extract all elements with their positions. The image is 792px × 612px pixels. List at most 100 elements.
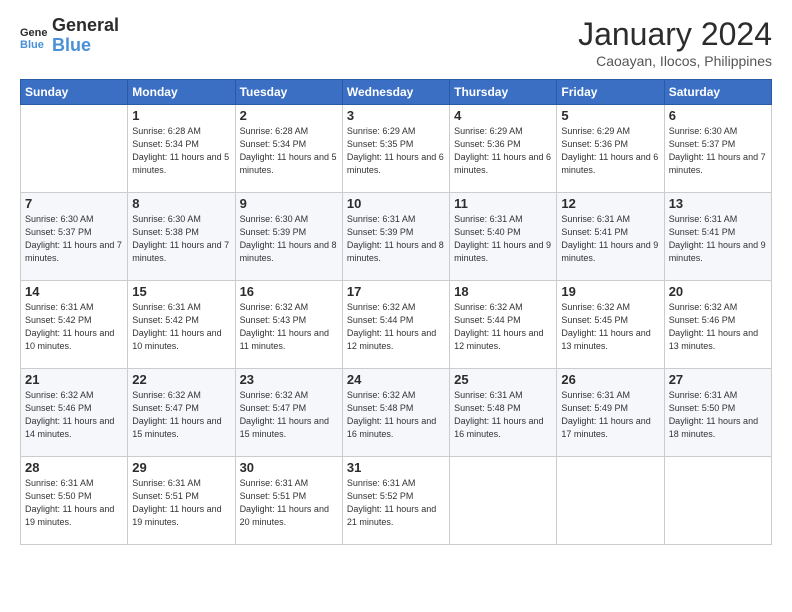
- day-detail: Sunrise: 6:31 AMSunset: 5:39 PMDaylight:…: [347, 213, 445, 265]
- calendar-cell: 21 Sunrise: 6:32 AMSunset: 5:46 PMDayligh…: [21, 369, 128, 457]
- day-detail: Sunrise: 6:32 AMSunset: 5:44 PMDaylight:…: [347, 301, 445, 353]
- weekday-wednesday: Wednesday: [342, 80, 449, 105]
- weekday-header-row: SundayMondayTuesdayWednesdayThursdayFrid…: [21, 80, 772, 105]
- calendar-cell: 19 Sunrise: 6:32 AMSunset: 5:45 PMDayligh…: [557, 281, 664, 369]
- day-detail: Sunrise: 6:31 AMSunset: 5:49 PMDaylight:…: [561, 389, 659, 441]
- day-detail: Sunrise: 6:32 AMSunset: 5:43 PMDaylight:…: [240, 301, 338, 353]
- calendar-cell: 9Sunrise: 6:30 AMSunset: 5:39 PMDaylight…: [235, 193, 342, 281]
- day-number: 13: [669, 196, 767, 211]
- day-detail: Sunrise: 6:29 AMSunset: 5:35 PMDaylight:…: [347, 125, 445, 177]
- calendar-cell: 10 Sunrise: 6:31 AMSunset: 5:39 PMDayligh…: [342, 193, 449, 281]
- day-detail: Sunrise: 6:32 AMSunset: 5:47 PMDaylight:…: [240, 389, 338, 441]
- calendar-cell: [557, 457, 664, 545]
- calendar-cell: 1 Sunrise: 6:28 AMSunset: 5:34 PMDaylight…: [128, 105, 235, 193]
- weekday-sunday: Sunday: [21, 80, 128, 105]
- day-number: 19: [561, 284, 659, 299]
- week-row-3: 14 Sunrise: 6:31 AMSunset: 5:42 PMDayligh…: [21, 281, 772, 369]
- calendar-cell: 3 Sunrise: 6:29 AMSunset: 5:35 PMDaylight…: [342, 105, 449, 193]
- weekday-saturday: Saturday: [664, 80, 771, 105]
- day-detail: Sunrise: 6:31 AMSunset: 5:50 PMDaylight:…: [669, 389, 767, 441]
- day-detail: Sunrise: 6:28 AMSunset: 5:34 PMDaylight:…: [240, 125, 338, 177]
- calendar-cell: 7Sunrise: 6:30 AMSunset: 5:37 PMDaylight…: [21, 193, 128, 281]
- day-detail: Sunrise: 6:28 AMSunset: 5:34 PMDaylight:…: [132, 125, 230, 177]
- calendar-cell: [664, 457, 771, 545]
- page: General Blue General Blue January 2024 C…: [0, 0, 792, 612]
- calendar-cell: [21, 105, 128, 193]
- svg-text:General: General: [20, 27, 48, 39]
- day-number: 1: [132, 108, 230, 123]
- day-number: 14: [25, 284, 123, 299]
- day-number: 23: [240, 372, 338, 387]
- day-detail: Sunrise: 6:31 AMSunset: 5:52 PMDaylight:…: [347, 477, 445, 529]
- logo-general: General: [52, 16, 119, 36]
- day-detail: Sunrise: 6:31 AMSunset: 5:51 PMDaylight:…: [132, 477, 230, 529]
- day-detail: Sunrise: 6:30 AMSunset: 5:39 PMDaylight:…: [240, 213, 338, 265]
- day-number: 25: [454, 372, 552, 387]
- logo-icon: General Blue: [20, 22, 48, 50]
- calendar-cell: 13 Sunrise: 6:31 AMSunset: 5:41 PMDayligh…: [664, 193, 771, 281]
- week-row-4: 21 Sunrise: 6:32 AMSunset: 5:46 PMDayligh…: [21, 369, 772, 457]
- day-number: 4: [454, 108, 552, 123]
- day-number: 12: [561, 196, 659, 211]
- day-detail: Sunrise: 6:31 AMSunset: 5:51 PMDaylight:…: [240, 477, 338, 529]
- day-number: 22: [132, 372, 230, 387]
- day-number: 24: [347, 372, 445, 387]
- calendar-cell: 24 Sunrise: 6:32 AMSunset: 5:48 PMDayligh…: [342, 369, 449, 457]
- weekday-thursday: Thursday: [450, 80, 557, 105]
- day-number: 21: [25, 372, 123, 387]
- day-number: 20: [669, 284, 767, 299]
- day-number: 27: [669, 372, 767, 387]
- day-number: 17: [347, 284, 445, 299]
- day-detail: Sunrise: 6:31 AMSunset: 5:50 PMDaylight:…: [25, 477, 123, 529]
- calendar-cell: 2Sunrise: 6:28 AMSunset: 5:34 PMDaylight…: [235, 105, 342, 193]
- calendar-cell: 18Sunrise: 6:32 AMSunset: 5:44 PMDayligh…: [450, 281, 557, 369]
- week-row-2: 7Sunrise: 6:30 AMSunset: 5:37 PMDaylight…: [21, 193, 772, 281]
- calendar-cell: 8Sunrise: 6:30 AMSunset: 5:38 PMDaylight…: [128, 193, 235, 281]
- day-detail: Sunrise: 6:31 AMSunset: 5:41 PMDaylight:…: [561, 213, 659, 265]
- day-detail: Sunrise: 6:30 AMSunset: 5:38 PMDaylight:…: [132, 213, 230, 265]
- week-row-1: 1 Sunrise: 6:28 AMSunset: 5:34 PMDaylight…: [21, 105, 772, 193]
- calendar-cell: 16Sunrise: 6:32 AMSunset: 5:43 PMDayligh…: [235, 281, 342, 369]
- day-detail: Sunrise: 6:31 AMSunset: 5:40 PMDaylight:…: [454, 213, 552, 265]
- day-number: 3: [347, 108, 445, 123]
- title-block: January 2024 Caoayan, Ilocos, Philippine…: [578, 16, 772, 69]
- day-detail: Sunrise: 6:32 AMSunset: 5:46 PMDaylight:…: [25, 389, 123, 441]
- day-number: 10: [347, 196, 445, 211]
- day-detail: Sunrise: 6:30 AMSunset: 5:37 PMDaylight:…: [669, 125, 767, 177]
- day-detail: Sunrise: 6:32 AMSunset: 5:45 PMDaylight:…: [561, 301, 659, 353]
- day-number: 30: [240, 460, 338, 475]
- day-detail: Sunrise: 6:31 AMSunset: 5:41 PMDaylight:…: [669, 213, 767, 265]
- calendar: SundayMondayTuesdayWednesdayThursdayFrid…: [20, 79, 772, 545]
- day-detail: Sunrise: 6:29 AMSunset: 5:36 PMDaylight:…: [454, 125, 552, 177]
- logo-blue: Blue: [52, 36, 119, 56]
- svg-text:Blue: Blue: [20, 39, 44, 50]
- weekday-monday: Monday: [128, 80, 235, 105]
- calendar-cell: 6 Sunrise: 6:30 AMSunset: 5:37 PMDaylight…: [664, 105, 771, 193]
- calendar-cell: 26 Sunrise: 6:31 AMSunset: 5:49 PMDayligh…: [557, 369, 664, 457]
- calendar-cell: 28 Sunrise: 6:31 AMSunset: 5:50 PMDayligh…: [21, 457, 128, 545]
- day-number: 18: [454, 284, 552, 299]
- calendar-cell: 29 Sunrise: 6:31 AMSunset: 5:51 PMDayligh…: [128, 457, 235, 545]
- day-number: 5: [561, 108, 659, 123]
- calendar-cell: 12 Sunrise: 6:31 AMSunset: 5:41 PMDayligh…: [557, 193, 664, 281]
- day-number: 29: [132, 460, 230, 475]
- day-number: 31: [347, 460, 445, 475]
- day-number: 6: [669, 108, 767, 123]
- calendar-cell: 31 Sunrise: 6:31 AMSunset: 5:52 PMDayligh…: [342, 457, 449, 545]
- day-detail: Sunrise: 6:31 AMSunset: 5:42 PMDaylight:…: [25, 301, 123, 353]
- calendar-cell: 4 Sunrise: 6:29 AMSunset: 5:36 PMDaylight…: [450, 105, 557, 193]
- month-title: January 2024: [578, 16, 772, 53]
- calendar-cell: 14 Sunrise: 6:31 AMSunset: 5:42 PMDayligh…: [21, 281, 128, 369]
- day-detail: Sunrise: 6:32 AMSunset: 5:48 PMDaylight:…: [347, 389, 445, 441]
- day-number: 26: [561, 372, 659, 387]
- day-detail: Sunrise: 6:29 AMSunset: 5:36 PMDaylight:…: [561, 125, 659, 177]
- day-detail: Sunrise: 6:32 AMSunset: 5:47 PMDaylight:…: [132, 389, 230, 441]
- location: Caoayan, Ilocos, Philippines: [578, 53, 772, 69]
- day-number: 28: [25, 460, 123, 475]
- calendar-cell: [450, 457, 557, 545]
- calendar-cell: 11Sunrise: 6:31 AMSunset: 5:40 PMDayligh…: [450, 193, 557, 281]
- calendar-cell: 5 Sunrise: 6:29 AMSunset: 5:36 PMDaylight…: [557, 105, 664, 193]
- day-detail: Sunrise: 6:30 AMSunset: 5:37 PMDaylight:…: [25, 213, 123, 265]
- header: General Blue General Blue January 2024 C…: [20, 16, 772, 69]
- day-number: 15: [132, 284, 230, 299]
